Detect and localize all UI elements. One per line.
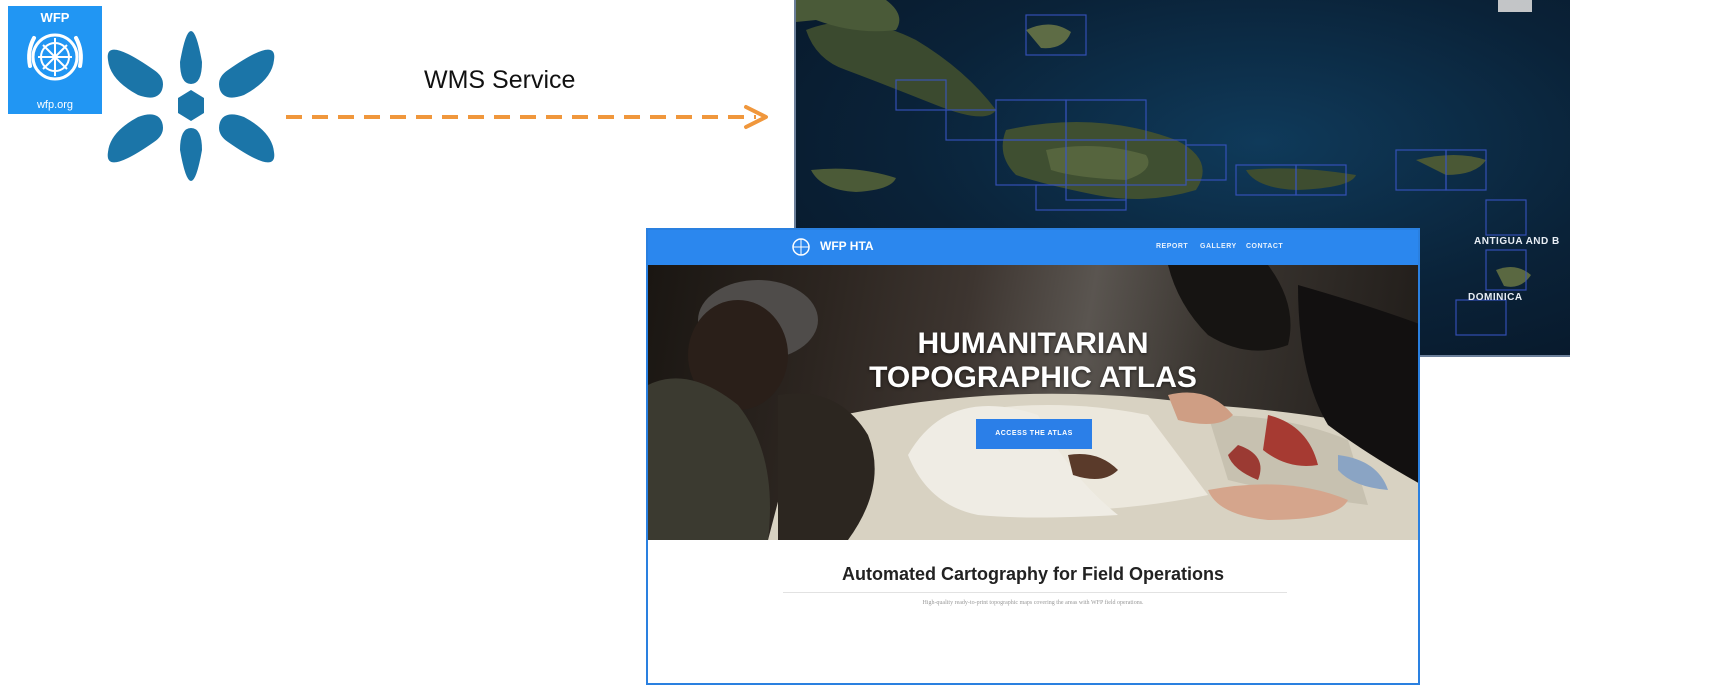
- nav-link-contact[interactable]: CONTACT: [1246, 243, 1283, 250]
- wfp-emblem-icon: [27, 33, 83, 81]
- hero-title: HUMANITARIAN TOPOGRAPHIC ATLAS: [648, 327, 1418, 395]
- hero-photo: [648, 265, 1418, 540]
- wfp-logo-url: wfp.org: [36, 99, 74, 111]
- nav-link-report[interactable]: REPORT: [1156, 243, 1188, 250]
- map-label-dominica: DOMINICA: [1468, 292, 1523, 303]
- geonode-flower-icon: [107, 31, 275, 181]
- hero-section: HUMANITARIAN TOPOGRAPHIC ATLAS ACCESS TH…: [648, 265, 1418, 540]
- site-tagline: High-quality ready-to-print topographic …: [922, 600, 1144, 606]
- map-label-antigua: ANTIGUA AND B: [1474, 236, 1560, 247]
- access-atlas-button[interactable]: ACCESS THE ATLAS: [976, 419, 1092, 449]
- hero-title-line2: TOPOGRAPHIC ATLAS: [869, 361, 1197, 394]
- website-screenshot: WFP HTA REPORT GALLERY CONTACT HUMANITAR…: [646, 228, 1420, 685]
- arrow-label: WMS Service: [424, 66, 576, 94]
- site-subtitle: Automated Cartography for Field Operatio…: [841, 564, 1225, 584]
- nav-link-gallery[interactable]: GALLERY: [1200, 243, 1237, 250]
- wfp-logo-text: WFP: [40, 10, 70, 25]
- hero-title-line1: HUMANITARIAN: [917, 327, 1149, 360]
- site-divider: [783, 592, 1287, 593]
- dashed-arrow: [286, 105, 768, 129]
- wfp-small-emblem-icon: [792, 238, 810, 256]
- site-brand[interactable]: WFP HTA: [820, 239, 874, 253]
- site-navbar: WFP HTA REPORT GALLERY CONTACT: [648, 230, 1418, 265]
- wfp-logo: WFP wfp.org: [8, 6, 102, 114]
